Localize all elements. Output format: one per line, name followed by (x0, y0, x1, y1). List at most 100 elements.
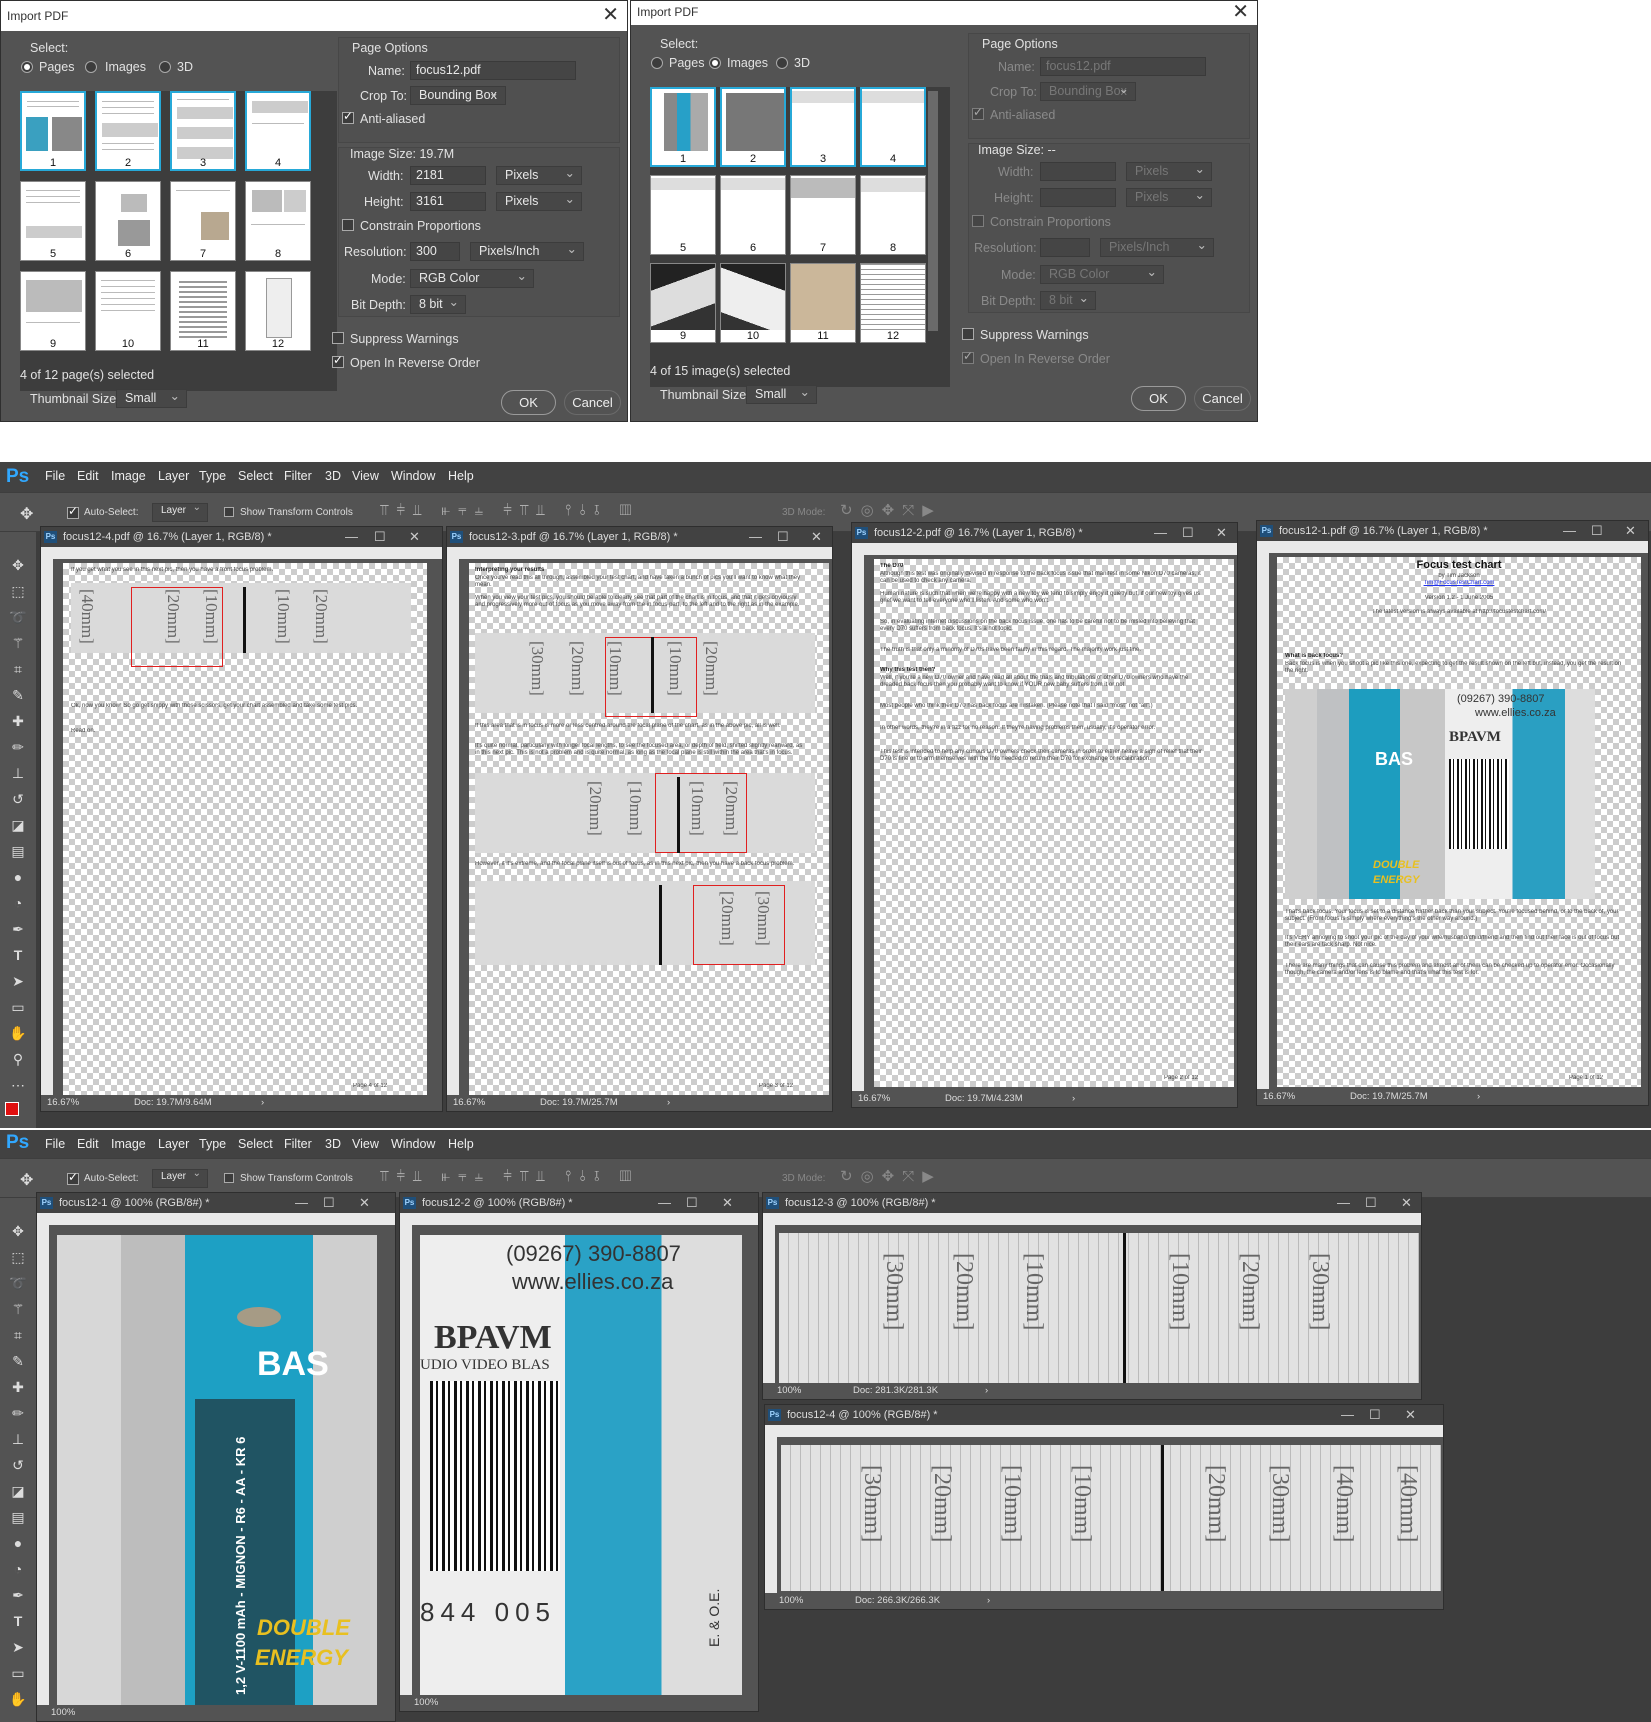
magic-wand-icon[interactable]: ⚚ (9, 1300, 27, 1318)
move-tool-icon[interactable]: ✥ (20, 504, 33, 524)
thumb-8[interactable]: 8 (860, 175, 926, 255)
minimize-icon[interactable]: — (345, 529, 358, 544)
maximize-icon[interactable]: ☐ (374, 529, 386, 545)
thumb-7[interactable]: 7 (170, 181, 236, 261)
close-icon[interactable]: ✕ (1625, 523, 1636, 539)
menu-window[interactable]: Window (391, 1137, 435, 1151)
maximize-icon[interactable]: ☐ (777, 529, 789, 545)
maximize-icon[interactable]: ☐ (1591, 523, 1603, 539)
zoom-level[interactable]: 16.67% (1263, 1091, 1295, 1102)
thumb-6[interactable]: 6 (720, 175, 786, 255)
constrain-checkbox[interactable] (342, 219, 354, 231)
close-icon[interactable]: ✕ (722, 1195, 733, 1211)
blur-icon[interactable]: ● (9, 1534, 27, 1552)
history-brush-icon[interactable]: ↺ (9, 1456, 27, 1474)
close-icon[interactable]: ✕ (1405, 1407, 1416, 1423)
doc-window-focus12-4[interactable]: Ps focus12-4.pdf @ 16.7% (Layer 1, RGB/8)… (40, 526, 443, 1112)
menu-3d[interactable]: 3D (325, 469, 341, 483)
thumb-4[interactable]: 4 (860, 87, 926, 167)
menu-layer[interactable]: Layer (158, 1137, 189, 1151)
zoom-level[interactable]: 100% (51, 1707, 75, 1718)
height-field[interactable]: 3161 (410, 192, 486, 211)
width-unit-select[interactable]: Pixels (496, 165, 582, 185)
mode-select[interactable]: RGB Color (410, 268, 534, 288)
height-unit-select[interactable]: Pixels (496, 191, 582, 211)
history-brush-icon[interactable]: ↺ (9, 790, 27, 808)
doc-canvas[interactable]: Focus test chart by Tim Jackson Tim@Focu… (1277, 557, 1641, 1087)
crop-to-select[interactable]: Bounding Box (410, 85, 506, 105)
thumbnail-scrollbar[interactable] (928, 91, 938, 331)
doc-window-focus12-1[interactable]: Ps focus12-1.pdf @ 16.7% (Layer 1, RGB/8)… (1256, 520, 1649, 1106)
menu-image[interactable]: Image (111, 469, 146, 483)
eraser-icon[interactable]: ◪ (9, 816, 27, 834)
menu-type[interactable]: Type (199, 1137, 226, 1151)
pen-icon[interactable]: ✒ (9, 920, 27, 938)
eyedropper-icon[interactable]: ✎ (9, 1352, 27, 1370)
thumb-12[interactable]: 12 (860, 263, 926, 343)
auto-select-target[interactable]: Layer (152, 1168, 208, 1188)
doc-title-bar[interactable]: Ps focus12-2.pdf @ 16.7% (Layer 1, RGB/8)… (852, 523, 1237, 543)
zoom-level[interactable]: 100% (777, 1385, 801, 1396)
auto-select-target[interactable]: Layer (152, 502, 208, 522)
move-tool-icon[interactable]: ✥ (9, 556, 27, 574)
maximize-icon[interactable]: ☐ (1369, 1407, 1381, 1423)
lasso-icon[interactable]: ➰ (9, 608, 27, 626)
thumb-12[interactable]: 12 (245, 271, 311, 351)
type-icon[interactable]: T (9, 1612, 27, 1630)
doc-window-focus12-2[interactable]: Ps focus12-2.pdf @ 16.7% (Layer 1, RGB/8)… (851, 522, 1238, 1108)
close-icon[interactable]: ✕ (811, 529, 822, 545)
thumb-2[interactable]: 2 (720, 87, 786, 167)
doc-title-bar[interactable]: Ps focus12-1.pdf @ 16.7% (Layer 1, RGB/8)… (1257, 521, 1648, 541)
shape-icon[interactable]: ▭ (9, 998, 27, 1016)
lasso-icon[interactable]: ➰ (9, 1274, 27, 1292)
brush-icon[interactable]: ✏ (9, 738, 27, 756)
thumb-4[interactable]: 4 (245, 91, 311, 171)
color-swatches[interactable] (5, 1102, 19, 1116)
path-select-icon[interactable]: ➤ (9, 972, 27, 990)
maximize-icon[interactable]: ☐ (323, 1195, 335, 1211)
blur-icon[interactable]: ● (9, 868, 27, 886)
thumb-2[interactable]: 2 (95, 91, 161, 171)
doc-canvas[interactable]: The D70 Although this test was originall… (874, 559, 1234, 1087)
gradient-icon[interactable]: ▤ (9, 1508, 27, 1526)
thumbnail-size-select[interactable]: Small (746, 384, 817, 404)
pages-radio[interactable] (651, 57, 663, 69)
maximize-icon[interactable]: ☐ (686, 1195, 698, 1211)
menu-view[interactable]: View (352, 1137, 379, 1151)
doc-title-bar[interactable]: Ps focus12-1 @ 100% (RGB/8#) * (37, 1193, 395, 1213)
zoom-level[interactable]: 16.67% (47, 1097, 79, 1108)
doc-title-bar[interactable]: Ps focus12-3.pdf @ 16.7% (Layer 1, RGB/8)… (447, 527, 832, 547)
images-radio[interactable] (709, 57, 721, 69)
3d-radio[interactable] (776, 57, 788, 69)
doc-window-focus12-2-100[interactable]: Ps focus12-2 @ 100% (RGB/8#) * — ☐ ✕ (092… (399, 1192, 759, 1712)
close-icon[interactable]: ✕ (359, 1195, 370, 1211)
thumb-3[interactable]: 3 (790, 87, 856, 167)
pages-radio[interactable] (21, 61, 33, 73)
thumb-8[interactable]: 8 (245, 181, 311, 261)
minimize-icon[interactable]: — (1563, 523, 1576, 538)
status-arrow-icon[interactable]: › (667, 1097, 670, 1108)
close-icon[interactable]: ✕ (1232, 1, 1249, 23)
thumb-10[interactable]: 10 (95, 271, 161, 351)
marquee-icon[interactable]: ⬚ (9, 1248, 27, 1266)
healing-icon[interactable]: ✚ (9, 712, 27, 730)
menu-file[interactable]: File (45, 1137, 65, 1151)
menu-help[interactable]: Help (448, 469, 474, 483)
thumbnail-size-select[interactable]: Small (116, 388, 187, 408)
thumb-3[interactable]: 3 (170, 91, 236, 171)
thumb-9[interactable]: 9 (20, 271, 86, 351)
zoom-level[interactable]: 100% (414, 1697, 438, 1708)
menu-select[interactable]: Select (238, 1137, 273, 1151)
auto-select-checkbox[interactable] (67, 1170, 79, 1185)
doc-window-focus12-3[interactable]: Ps focus12-3.pdf @ 16.7% (Layer 1, RGB/8)… (446, 526, 833, 1112)
status-arrow-icon[interactable]: › (261, 1097, 264, 1108)
suppress-warnings-checkbox[interactable] (332, 332, 344, 344)
brush-icon[interactable]: ✏ (9, 1404, 27, 1422)
status-arrow-icon[interactable]: › (985, 1385, 988, 1396)
thumb-11[interactable]: 11 (170, 271, 236, 351)
doc-title-bar[interactable]: Ps focus12-3 @ 100% (RGB/8#) * (763, 1193, 1421, 1213)
minimize-icon[interactable]: — (749, 529, 762, 544)
marquee-icon[interactable]: ⬚ (9, 582, 27, 600)
minimize-icon[interactable]: — (658, 1195, 671, 1210)
minimize-icon[interactable]: — (295, 1195, 308, 1210)
